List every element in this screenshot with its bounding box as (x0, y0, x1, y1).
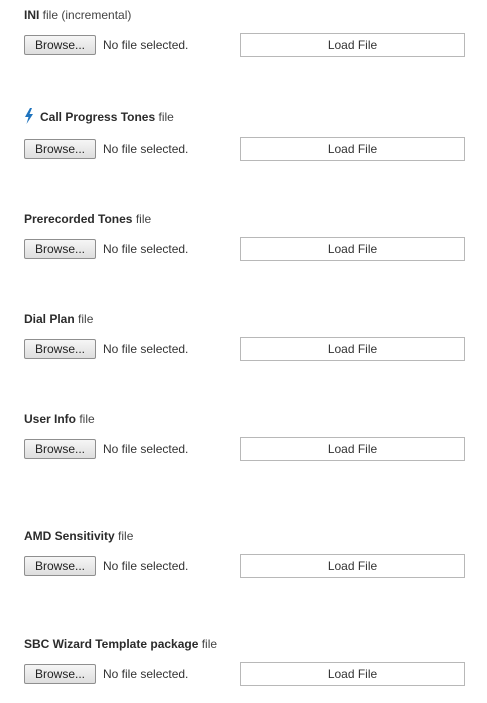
section-title-rest: file (198, 637, 218, 651)
load-file-button[interactable]: Load File (240, 337, 465, 361)
section-title: Call Progress Tones file (24, 108, 174, 124)
section-title-bold: User Info (24, 412, 77, 426)
file-upload-row: Browse... No file selected. Load File (24, 337, 465, 361)
browse-button[interactable]: Browse... (24, 139, 96, 159)
section-title-bold: Prerecorded Tones (24, 212, 133, 226)
file-status: No file selected. (103, 38, 189, 52)
section-title-rest: file (132, 212, 152, 226)
section-title-bold: Call Progress Tones (40, 110, 156, 124)
file-upload-row: Browse... No file selected. Load File (24, 554, 465, 578)
file-upload-row: Browse... No file selected. Load File (24, 33, 465, 57)
browse-button[interactable]: Browse... (24, 339, 96, 359)
load-file-button[interactable]: Load File (240, 662, 465, 686)
browse-button[interactable]: Browse... (24, 664, 96, 684)
file-upload-row: Browse... No file selected. Load File (24, 237, 465, 261)
file-status: No file selected. (103, 442, 189, 456)
file-status: No file selected. (103, 342, 189, 356)
load-file-button[interactable]: Load File (240, 33, 465, 57)
section-title: AMD Sensitivity file (24, 529, 133, 543)
file-status: No file selected. (103, 142, 189, 156)
section-title: Dial Plan file (24, 312, 93, 326)
file-upload-row: Browse... No file selected. Load File (24, 662, 465, 686)
section-title-bold: SBC Wizard Template package (24, 637, 199, 651)
file-status: No file selected. (103, 559, 189, 573)
browse-button[interactable]: Browse... (24, 239, 96, 259)
load-file-button[interactable]: Load File (240, 137, 465, 161)
load-file-button[interactable]: Load File (240, 437, 465, 461)
section-title: Prerecorded Tones file (24, 212, 151, 226)
browse-button[interactable]: Browse... (24, 439, 96, 459)
section-title: INI file (incremental) (24, 8, 131, 22)
file-upload-row: Browse... No file selected. Load File (24, 437, 465, 461)
browse-button[interactable]: Browse... (24, 556, 96, 576)
file-status: No file selected. (103, 242, 189, 256)
section-title: User Info file (24, 412, 95, 426)
section-title-rest: file (incremental) (39, 8, 132, 22)
lightning-icon (25, 108, 33, 124)
section-title-rest: file (155, 110, 174, 124)
file-status: No file selected. (103, 667, 189, 681)
browse-button[interactable]: Browse... (24, 35, 96, 55)
section-title-bold: AMD Sensitivity (24, 529, 115, 543)
load-file-button[interactable]: Load File (240, 237, 465, 261)
section-title: SBC Wizard Template package file (24, 637, 217, 651)
section-title-rest: file (74, 312, 94, 326)
section-title-rest: file (114, 529, 134, 543)
file-upload-row: Browse... No file selected. Load File (24, 137, 465, 161)
load-file-button[interactable]: Load File (240, 554, 465, 578)
section-title-rest: file (76, 412, 95, 426)
section-title-bold: Dial Plan (24, 312, 75, 326)
section-title-bold: INI (24, 8, 40, 22)
